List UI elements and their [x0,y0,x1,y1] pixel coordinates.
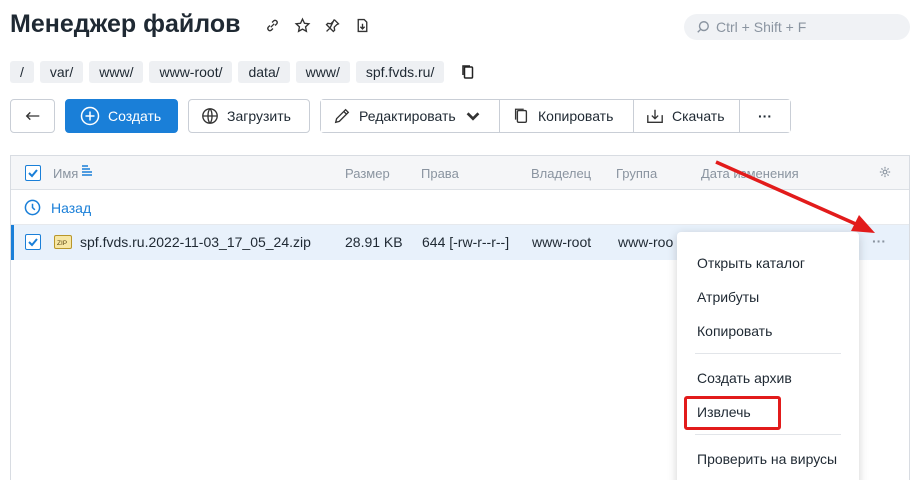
search-input[interactable] [716,19,896,35]
breadcrumb-item[interactable]: www/ [295,61,350,83]
row-checkbox[interactable] [25,234,41,250]
toolbar: Создать Загрузить Редактировать Копирова… [10,99,791,133]
download-page-icon[interactable] [352,15,372,35]
arrow-left-icon [25,111,39,121]
download-label: Скачать [672,108,725,124]
menu-divider [695,353,841,354]
column-size[interactable]: Размер [345,166,390,181]
gear-icon[interactable] [879,166,891,181]
search-icon [697,21,709,33]
sort-icon[interactable] [81,164,93,181]
context-menu: Открыть каталог Атрибуты Копировать Созд… [677,232,859,480]
breadcrumb-item[interactable]: / [10,61,34,83]
column-name[interactable]: Имя [53,166,78,181]
menu-item-attributes[interactable]: Атрибуты [697,289,759,305]
column-modified[interactable]: Дата изменения [701,166,799,181]
search-box[interactable] [684,14,910,40]
select-all-checkbox[interactable] [25,165,41,181]
copy-button[interactable]: Копировать [500,100,633,132]
create-label: Создать [108,108,162,124]
breadcrumb-item[interactable]: spf.fvds.ru/ [355,61,445,83]
back-clock-icon [24,199,41,216]
download-icon [647,109,663,123]
download-button[interactable]: Скачать [634,100,739,132]
file-perms: 644 [-rw-r--r--] [422,234,510,250]
upload-label: Загрузить [227,108,291,124]
globe-upload-icon [202,108,218,124]
breadcrumb: / var/ www/ www-root/ data/ www/ spf.fvd… [10,61,478,83]
menu-divider [695,434,841,435]
highlight-box [684,396,781,430]
breadcrumb-item[interactable]: data/ [238,61,290,83]
breadcrumb-item[interactable]: www-root/ [149,61,233,83]
copy-icon [514,108,528,123]
svg-text:ZIP: ZIP [57,240,67,247]
menu-item-virus-check[interactable]: Проверить на вирусы [697,451,837,467]
file-actions-group: Редактировать Копировать Скачать ··· [320,99,791,133]
back-row-label: Назад [51,200,92,216]
copy-label: Копировать [538,108,614,124]
file-owner: www-root [532,234,592,250]
column-perms[interactable]: Права [421,166,459,181]
menu-item-open-folder[interactable]: Открыть каталог [697,255,805,271]
upload-button[interactable]: Загрузить [188,99,310,133]
create-button[interactable]: Создать [65,99,178,133]
file-size: 28.91 KB [345,234,403,250]
file-name[interactable]: spf.fvds.ru.2022-11-03_17_05_24.zip [80,234,311,250]
star-icon[interactable] [292,15,312,35]
table-header: Имя Размер Права Владелец Группа Дата из… [11,156,909,190]
pencil-icon [334,108,350,124]
edit-button[interactable]: Редактировать [321,100,499,132]
back-button[interactable] [10,99,55,133]
menu-item-create-archive[interactable]: Создать архив [697,370,792,386]
link-icon[interactable] [262,15,282,35]
file-group: www-roo [618,234,674,250]
edit-label: Редактировать [359,108,456,124]
chevron-down-icon [466,112,480,121]
breadcrumb-item[interactable]: www/ [89,61,144,83]
more-actions-button[interactable]: ··· [740,100,790,132]
title-actions [262,15,372,35]
zip-file-icon: ZIP [54,235,72,252]
page-title: Менеджер файлов [10,10,241,38]
row-more-button[interactable]: ··· [872,233,886,249]
menu-item-copy[interactable]: Копировать [697,323,772,339]
pin-icon[interactable] [322,15,342,35]
copy-path-icon[interactable] [458,61,478,83]
back-row[interactable]: Назад [11,190,909,225]
breadcrumb-item[interactable]: var/ [39,61,84,83]
plus-circle-icon [80,106,100,126]
column-owner[interactable]: Владелец [531,166,591,181]
column-group[interactable]: Группа [616,166,657,181]
